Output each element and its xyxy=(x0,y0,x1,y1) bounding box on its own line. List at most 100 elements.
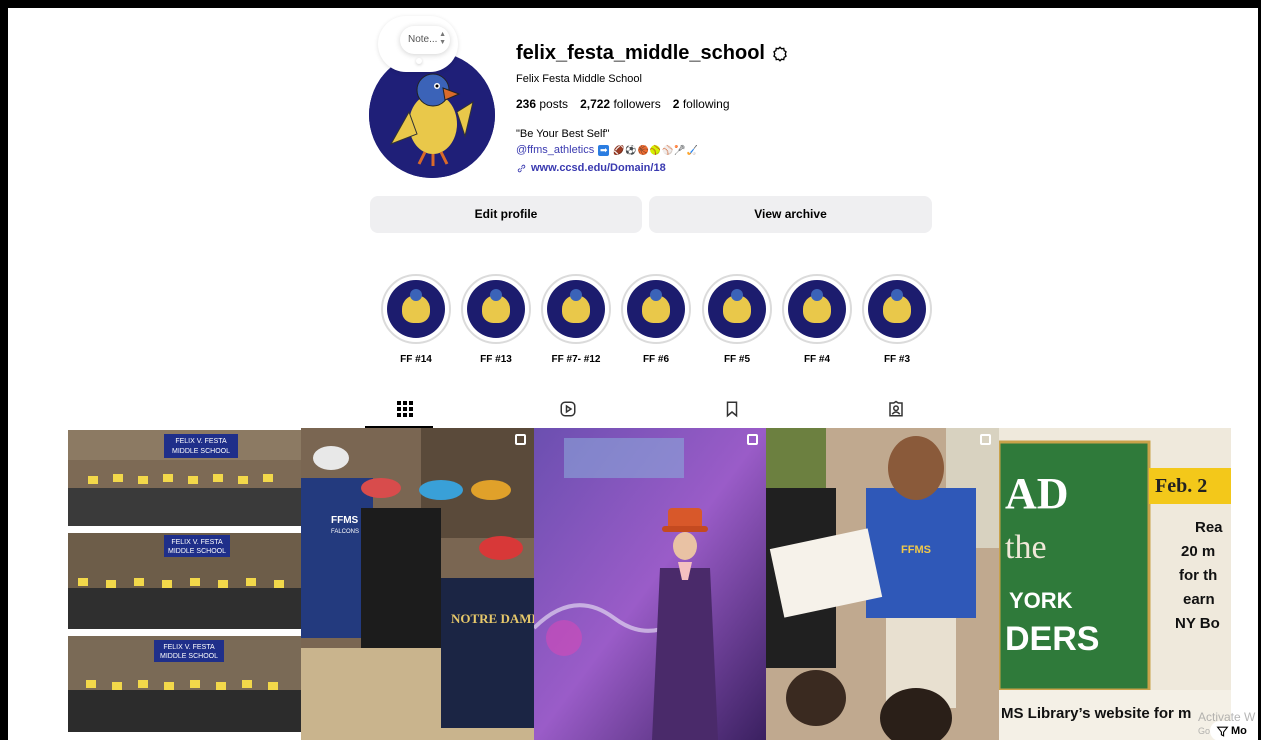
post-image-wonka-performance xyxy=(534,428,766,740)
highlight-item[interactable]: FF #13 xyxy=(461,274,531,365)
bio-mention-line: @ffms_athletics ➡ 🏈⚽🏀🥎⚾🥍🏑 xyxy=(516,144,699,156)
post-tile[interactable]: FFMS FALCONS NOTRE DAME xyxy=(301,428,534,740)
profile-full-name: Felix Festa Middle School xyxy=(516,73,642,85)
highlight-cover xyxy=(782,274,852,344)
falcon-icon xyxy=(562,289,590,323)
multi-post-icon xyxy=(980,434,991,445)
flyer-text: NY Bo xyxy=(1175,615,1220,632)
board-text: YORK xyxy=(1009,588,1073,613)
falcon-icon xyxy=(723,289,751,323)
posts-label: posts xyxy=(539,97,569,111)
flyer-text: for th xyxy=(1179,567,1217,584)
following-label: following xyxy=(682,97,730,111)
tagged-icon xyxy=(889,400,903,417)
highlight-cover xyxy=(621,274,691,344)
profile-stats: 236 posts 2,722 followers 2 following xyxy=(516,97,730,111)
hoodie-text: FFMS xyxy=(331,515,359,526)
username: felix_festa_middle_school xyxy=(516,42,765,64)
school-sign-text: FELIX V. FESTA xyxy=(163,644,215,651)
posts-count: 236 xyxy=(516,97,537,111)
highlight-label: FF #4 xyxy=(803,354,831,365)
multi-post-icon xyxy=(747,434,758,445)
highlight-cover xyxy=(461,274,531,344)
more-button[interactable]: Mo xyxy=(1210,721,1258,740)
flyer-date: Feb. 2 xyxy=(1155,475,1207,497)
reels-icon xyxy=(560,401,576,417)
falcon-icon xyxy=(803,289,831,323)
note-placeholder: Note... xyxy=(408,34,438,45)
highlight-label: FF #6 xyxy=(642,354,670,365)
flyer-text: 20 m xyxy=(1181,543,1215,560)
board-text: the xyxy=(1005,529,1047,566)
more-label: Mo xyxy=(1231,725,1247,737)
highlight-item[interactable]: FF #7- #12 xyxy=(541,274,611,365)
link-icon xyxy=(517,164,526,172)
bio-motto: "Be Your Best Self" xyxy=(516,128,610,140)
highlight-label: FF #3 xyxy=(883,354,911,365)
board-text: AD xyxy=(1005,469,1069,518)
highlight-item[interactable]: FF #4 xyxy=(782,274,852,365)
school-sign-text: MIDDLE SCHOOL xyxy=(168,548,226,555)
filter-icon xyxy=(1216,726,1229,737)
followers-label: followers xyxy=(613,97,661,111)
edit-profile-button[interactable]: Edit profile xyxy=(370,196,642,233)
school-sign-text: FELIX V. FESTA xyxy=(171,539,223,546)
note-input[interactable]: Note... ▲ ▼ xyxy=(400,26,450,54)
bookmark-icon xyxy=(726,401,738,418)
board-text: DERS xyxy=(1005,620,1099,658)
highlight-label: FF #5 xyxy=(723,354,751,365)
website-link-row[interactable]: www.ccsd.edu/Domain/18 xyxy=(516,162,666,174)
instagram-profile-page: Note... ▲ ▼ felix_festa_middle_school Fel… xyxy=(8,8,1258,740)
right-arrow-icon: ➡ xyxy=(598,144,610,156)
post-image-library-flyer: AD the YORK DERS Feb. 2 Rea 20 m for th … xyxy=(999,428,1231,740)
multi-post-icon xyxy=(515,434,526,445)
tab-posts[interactable] xyxy=(394,398,416,420)
note-scroll-icon[interactable]: ▲ ▼ xyxy=(439,31,446,47)
flyer-text: earn xyxy=(1183,591,1215,608)
shirt-text: FFMS xyxy=(901,544,931,556)
post-tile[interactable]: AD the YORK DERS Feb. 2 Rea 20 m for th … xyxy=(999,428,1231,740)
username-row: felix_festa_middle_school xyxy=(516,42,789,65)
note-tail-dot xyxy=(416,58,422,64)
school-sign-text: MIDDLE SCHOOL xyxy=(160,653,218,660)
school-sign-text: FELIX V. FESTA xyxy=(175,438,227,445)
highlight-cover xyxy=(862,274,932,344)
followers-stat[interactable]: 2,722 followers xyxy=(580,97,661,111)
post-tile[interactable]: FFMS xyxy=(766,428,999,740)
highlight-item[interactable]: FF #14 xyxy=(381,274,451,365)
highlight-label: FF #13 xyxy=(480,354,512,365)
settings-gear-icon[interactable] xyxy=(771,45,789,63)
highlight-label: FF #14 xyxy=(400,354,432,365)
falcon-icon xyxy=(482,289,510,323)
hoodie-text: FALCONS xyxy=(331,529,359,535)
falcon-icon xyxy=(402,289,430,323)
following-count: 2 xyxy=(672,97,680,111)
following-stat[interactable]: 2 following xyxy=(673,97,730,111)
highlight-item[interactable]: FF #5 xyxy=(702,274,772,365)
post-tile[interactable]: FELIX V. FESTA MIDDLE SCHOOL FELIX V. FE… xyxy=(68,428,301,740)
tab-tagged[interactable] xyxy=(885,398,907,420)
highlight-cover xyxy=(541,274,611,344)
post-image-group-photos: FELIX V. FESTA MIDDLE SCHOOL FELIX V. FE… xyxy=(68,430,301,732)
highlight-cover xyxy=(381,274,451,344)
website-link[interactable]: www.ccsd.edu/Domain/18 xyxy=(531,162,666,174)
falcon-icon xyxy=(642,289,670,323)
sports-emojis: 🏈⚽🏀🥎⚾🥍🏑 xyxy=(613,144,699,155)
tab-reels[interactable] xyxy=(557,398,579,420)
view-archive-button[interactable]: View archive xyxy=(649,196,932,233)
highlight-item[interactable]: FF #6 xyxy=(621,274,691,365)
post-tile[interactable] xyxy=(534,428,766,740)
school-sign-text: MIDDLE SCHOOL xyxy=(172,448,230,455)
shirt-text: NOTRE DAME xyxy=(451,611,534,626)
flyer-text: Rea xyxy=(1195,519,1223,536)
followers-count: 2,722 xyxy=(580,97,611,111)
highlight-cover xyxy=(702,274,772,344)
athletics-mention-link[interactable]: @ffms_athletics xyxy=(516,144,594,156)
flyer-footer: MS Library’s website for m xyxy=(1001,705,1191,722)
post-image-student-reading: FFMS xyxy=(766,428,999,740)
grid-icon xyxy=(397,401,413,417)
highlight-item[interactable]: FF #3 xyxy=(862,274,932,365)
tab-saved[interactable] xyxy=(721,398,743,420)
falcon-icon xyxy=(883,289,911,323)
highlight-label: FF #7- #12 xyxy=(551,354,601,365)
